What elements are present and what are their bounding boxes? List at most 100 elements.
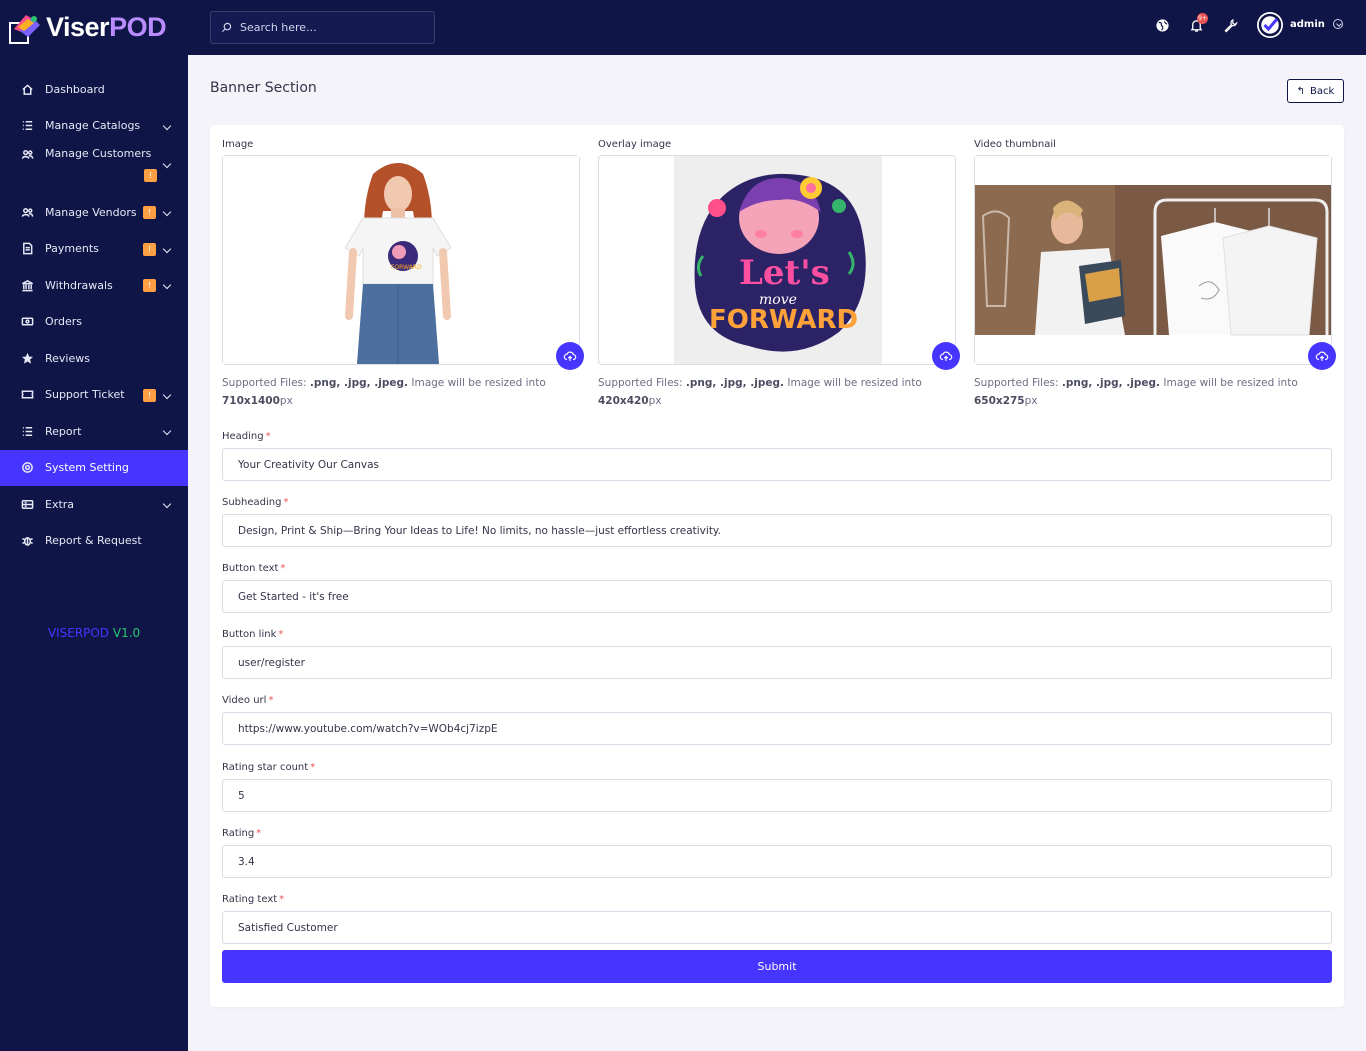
video-url-group: Video url * — [222, 688, 1332, 745]
lets-move-forward-artwork: Let's move FORWARD — [674, 156, 882, 364]
brand-logo[interactable]: ViserPOD — [0, 0, 188, 55]
image-upload-video-thumbnail: Video thumbnail Supported Files: .png, .… — [974, 139, 1336, 410]
avatar[interactable] — [1257, 12, 1283, 38]
upload-button[interactable] — [556, 342, 584, 370]
chevron-down-icon — [162, 121, 172, 130]
button-text-label: Button text * — [222, 563, 286, 574]
heading-group: Heading * — [222, 424, 1332, 481]
chevron-down-icon — [162, 390, 172, 399]
submit-button[interactable]: Submit — [222, 950, 1332, 983]
search-icon — [221, 22, 232, 33]
sidebar-item-dashboard[interactable]: Dashboard — [0, 71, 188, 108]
image-preview[interactable]: FORWARD — [222, 155, 584, 370]
chevron-down-icon — [162, 427, 172, 436]
topbar: 9+ admin — [188, 0, 1366, 55]
rating-star-count-label: Rating star count * — [222, 762, 316, 773]
server-icon — [20, 497, 34, 511]
subheading-label: Subheading * — [222, 497, 289, 508]
sidebar-item-payments[interactable]: Payments ! — [0, 231, 188, 268]
sidebar-item-report-request[interactable]: Report & Request — [0, 523, 188, 560]
pending-badge: ! — [143, 206, 156, 219]
back-arrow-icon: ↰ — [1296, 85, 1306, 97]
sidebar-item-reviews[interactable]: Reviews — [0, 340, 188, 377]
clothing-rack-image — [975, 156, 1331, 364]
chevron-down-icon — [162, 281, 172, 290]
home-icon — [20, 82, 34, 96]
heading-label: Heading * — [222, 431, 271, 442]
video-url-label: Video url * — [222, 695, 274, 706]
bell-icon[interactable]: 9+ — [1188, 13, 1208, 33]
rating-star-count-input[interactable] — [222, 779, 1332, 812]
sidebar-item-extra[interactable]: Extra — [0, 486, 188, 523]
file-icon — [20, 242, 34, 256]
image-preview[interactable]: Let's move FORWARD — [598, 155, 960, 370]
ticket-icon — [20, 388, 34, 402]
woman-tshirt-image: FORWARD — [223, 156, 579, 364]
star-icon — [20, 351, 34, 365]
image-help-text: Supported Files: .png, .jpg, .jpeg. Imag… — [974, 377, 1298, 407]
users-icon — [20, 147, 34, 161]
image-upload-main: Image FORWARD Supported Files: .png, .jp… — [222, 139, 584, 410]
brand-mark-icon — [8, 11, 42, 45]
sidebar-item-system-setting[interactable]: System Setting — [0, 449, 188, 486]
cloud-upload-icon — [563, 351, 577, 361]
app-version: VISERPOD V1.0 — [47, 626, 141, 640]
notification-count-badge: 9+ — [1197, 13, 1208, 24]
pending-badge: ! — [144, 169, 157, 182]
pending-badge: ! — [143, 279, 156, 292]
sidebar-item-support-ticket[interactable]: Support Ticket ! — [0, 377, 188, 414]
sidebar-item-orders[interactable]: Orders — [0, 304, 188, 341]
globe-icon[interactable] — [1154, 17, 1170, 33]
heading-input[interactable] — [222, 448, 1332, 481]
wrench-icon[interactable] — [1222, 17, 1238, 33]
sidebar-nav: Dashboard Manage Catalogs Manage Custome… — [0, 71, 188, 559]
subheading-input[interactable] — [222, 514, 1332, 547]
button-link-group: Button link * — [222, 622, 1332, 679]
sidebar-item-manage-catalogs[interactable]: Manage Catalogs — [0, 108, 188, 145]
chevron-down-icon — [162, 244, 172, 253]
button-text-input[interactable] — [222, 580, 1332, 613]
field-label: Overlay image — [598, 139, 672, 150]
bank-icon — [20, 278, 34, 292]
sidebar-item-withdrawals[interactable]: Withdrawals ! — [0, 267, 188, 304]
rating-text-group: Rating text * — [222, 887, 1332, 944]
avatar-check-icon — [1258, 13, 1282, 37]
upload-button[interactable] — [932, 342, 960, 370]
cloud-upload-icon — [1315, 351, 1329, 361]
gear-icon — [20, 461, 34, 475]
sidebar-item-manage-vendors[interactable]: Manage Vendors ! — [0, 194, 188, 231]
field-label: Video thumbnail — [974, 139, 1056, 150]
list-icon — [20, 424, 34, 438]
pending-badge: ! — [143, 388, 156, 402]
sidebar-item-report[interactable]: Report — [0, 413, 188, 450]
video-url-input[interactable] — [222, 712, 1332, 745]
rating-text-input[interactable] — [222, 911, 1332, 944]
image-help-text: Supported Files: .png, .jpg, .jpeg. Imag… — [222, 377, 546, 407]
money-icon — [20, 315, 34, 329]
search-box[interactable] — [210, 11, 435, 44]
sidebar-item-manage-customers[interactable]: Manage Customers ! — [0, 144, 188, 194]
list-icon — [20, 119, 34, 133]
bug-icon — [20, 534, 34, 548]
chevron-down-icon[interactable] — [1333, 19, 1343, 29]
subheading-group: Subheading * — [222, 490, 1332, 547]
image-help-text: Supported Files: .png, .jpg, .jpeg. Imag… — [598, 377, 922, 407]
image-preview[interactable] — [974, 155, 1336, 370]
button-text-group: Button text * — [222, 556, 1332, 613]
upload-button[interactable] — [1308, 342, 1336, 370]
sidebar: ViserPOD Dashboard Manage Catalogs Manag… — [0, 0, 188, 1051]
page-title: Banner Section — [210, 80, 317, 96]
chevron-down-icon — [162, 500, 172, 509]
user-name[interactable]: admin — [1290, 19, 1325, 30]
search-input[interactable] — [240, 21, 420, 34]
back-button[interactable]: ↰ Back — [1287, 79, 1344, 103]
svg-text:FORWARD: FORWARD — [391, 264, 422, 271]
banner-form-card: Image FORWARD Supported Files: .png, .jp… — [210, 125, 1344, 1007]
cloud-upload-icon — [939, 351, 953, 361]
rating-input[interactable] — [222, 845, 1332, 878]
rating-group: Rating * — [222, 821, 1332, 878]
chevron-down-icon — [162, 208, 172, 217]
artwork-text-lets: Let's — [739, 253, 830, 293]
rating-star-count-group: Rating star count * — [222, 755, 1332, 812]
button-link-input[interactable] — [222, 646, 1332, 679]
